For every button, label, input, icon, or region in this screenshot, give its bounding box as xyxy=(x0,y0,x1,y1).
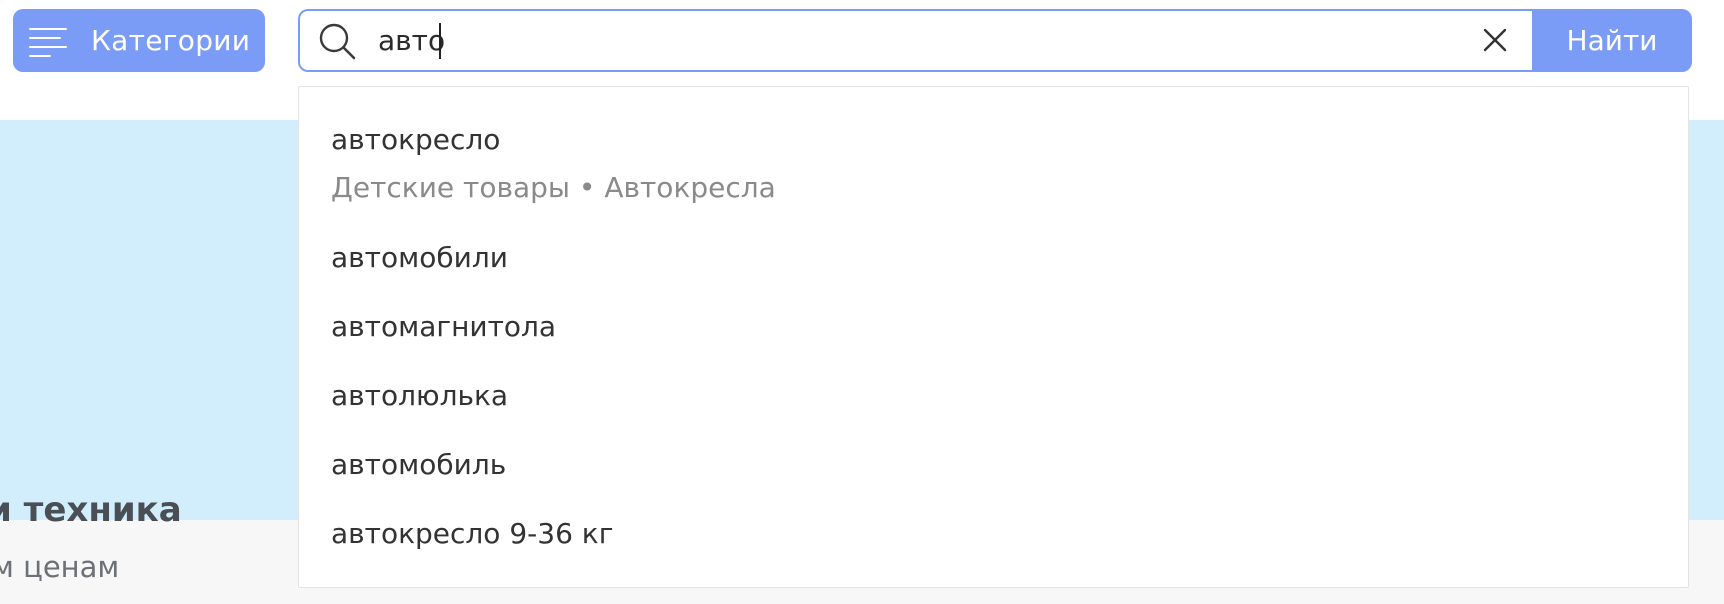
suggestion-item[interactable]: автокресло xyxy=(331,123,500,156)
search-box[interactable] xyxy=(298,9,1532,72)
suggestion-item[interactable]: автомобиль xyxy=(331,448,506,481)
banner-title: и техника xyxy=(0,490,182,530)
suggestion-item[interactable]: автомобили xyxy=(331,241,508,274)
suggestion-item[interactable]: автолюлька xyxy=(331,379,508,412)
suggestion-category[interactable]: Детские товары • Автокресла xyxy=(331,171,776,204)
categories-label: Категории xyxy=(91,24,251,57)
search-suggestions-dropdown: автокресло Детские товары • Автокресла а… xyxy=(298,86,1689,588)
text-caret xyxy=(439,23,441,59)
search-input[interactable] xyxy=(378,17,1438,63)
menu-icon xyxy=(29,26,67,57)
categories-button[interactable]: Категории xyxy=(13,9,265,72)
clear-icon[interactable] xyxy=(1480,25,1510,55)
suggestion-item[interactable]: автокресло 9-36 кг xyxy=(331,517,613,550)
banner-subtitle: м ценам xyxy=(0,550,120,584)
suggestion-item[interactable]: автомагнитола xyxy=(331,310,556,343)
search-icon xyxy=(319,23,356,60)
find-button[interactable]: Найти xyxy=(1532,9,1692,72)
